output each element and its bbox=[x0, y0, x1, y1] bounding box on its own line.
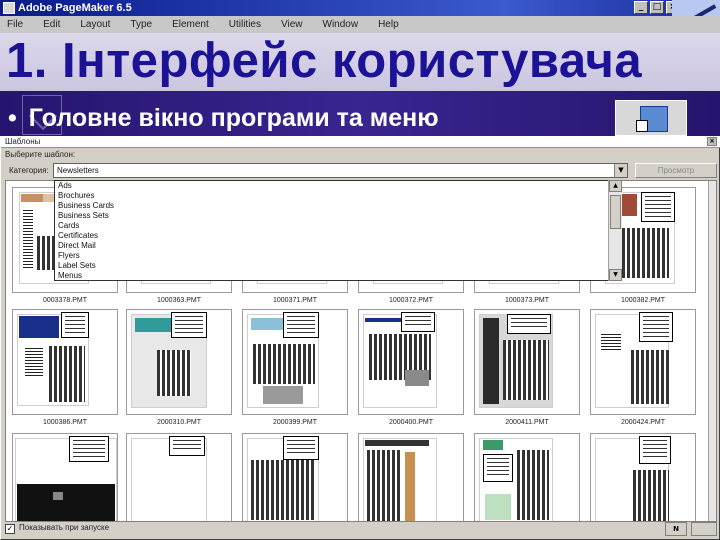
bullet-icon: • bbox=[8, 104, 17, 132]
app-icon bbox=[3, 2, 15, 14]
app-title: Adobe PageMaker 6.5 bbox=[18, 2, 132, 14]
scroll-thumb[interactable] bbox=[610, 195, 621, 229]
preview-button[interactable]: Просмотр bbox=[635, 163, 717, 178]
templates-dialog: Шаблоны × Выберите шаблон: Категория: Ne… bbox=[0, 136, 720, 540]
category-select-value: Newsletters bbox=[57, 166, 99, 175]
slide-title: 1. Інтерфейс користувача bbox=[6, 34, 643, 88]
thumbnail-image bbox=[474, 433, 580, 521]
dialog-close-button[interactable]: × bbox=[707, 137, 717, 146]
thumbnail-image bbox=[590, 433, 696, 521]
category-list-scrollbar[interactable]: ▲ ▼ bbox=[608, 180, 622, 281]
category-option[interactable]: Brochures bbox=[58, 191, 94, 201]
thumbnail-image bbox=[474, 309, 580, 415]
category-option[interactable]: Business Cards bbox=[58, 201, 114, 211]
thumbnail-image bbox=[242, 433, 348, 521]
category-option[interactable]: Cards bbox=[58, 221, 79, 231]
category-option[interactable]: Label Sets bbox=[58, 261, 96, 271]
show-on-start-checkbox[interactable]: ✓ bbox=[5, 524, 15, 534]
templates-label: Выберите шаблон: bbox=[5, 150, 76, 159]
thumbnail-label: 1000371.PMT bbox=[273, 297, 317, 304]
slide-subtitle: • Головне вікно програми та меню bbox=[8, 100, 439, 136]
status-field bbox=[691, 522, 717, 536]
thumbnail-image bbox=[358, 309, 464, 415]
app-titlebar: Adobe PageMaker 6.5 _ □ × bbox=[0, 0, 720, 32]
thumbnail-label: 2000424.PMT bbox=[621, 419, 665, 426]
category-dropdown-list: Ads Brochures Business Cards Business Se… bbox=[54, 180, 622, 281]
thumbnail-label: 1000382.PMT bbox=[621, 297, 665, 304]
show-on-start-label: Показывать при запуске bbox=[19, 523, 110, 532]
category-option[interactable]: Menus bbox=[58, 271, 82, 280]
thumbnail-image bbox=[12, 309, 118, 415]
grid-scrollbar[interactable] bbox=[708, 181, 716, 521]
minimize-button[interactable]: _ bbox=[634, 1, 648, 14]
pagemaker-document-icon bbox=[615, 100, 687, 136]
maximize-button[interactable]: □ bbox=[650, 1, 664, 14]
category-option[interactable]: Direct Mail bbox=[58, 241, 96, 251]
scroll-up-icon[interactable]: ▲ bbox=[609, 180, 622, 192]
category-label: Категория: bbox=[9, 166, 49, 175]
thumbnail-label: 1000386.PMT bbox=[43, 419, 87, 426]
thumbnail-label: 2000400.PMT bbox=[389, 419, 433, 426]
thumbnail-image bbox=[590, 309, 696, 415]
category-option[interactable]: Flyers bbox=[58, 251, 80, 261]
category-option[interactable]: Ads bbox=[58, 181, 72, 191]
thumbnail-label: 1000373.PMT bbox=[505, 297, 549, 304]
thumbnail-label: 2000411.PMT bbox=[505, 419, 549, 426]
category-option[interactable]: Business Sets bbox=[58, 211, 109, 221]
status-indicator: N bbox=[665, 522, 687, 536]
chevron-down-icon[interactable]: ▼ bbox=[614, 164, 627, 177]
thumbnail-image bbox=[242, 309, 348, 415]
thumbnail-label: 2000399.PMT bbox=[273, 419, 317, 426]
thumbnail-label: 0003378.PMT bbox=[43, 297, 87, 304]
dialog-title: Шаблоны bbox=[5, 137, 41, 146]
thumbnail-label: 2000310.PMT bbox=[157, 419, 201, 426]
scroll-down-icon[interactable]: ▼ bbox=[609, 269, 622, 281]
slide-subtitle-text: Головне вікно програми та меню bbox=[28, 104, 439, 132]
thumbnail-image bbox=[358, 433, 464, 521]
category-select[interactable]: Newsletters ▼ bbox=[53, 163, 628, 178]
thumbnail-image bbox=[126, 433, 232, 521]
thumbnail-label: 1000363.PMT bbox=[157, 297, 201, 304]
category-option[interactable]: Certificates bbox=[58, 231, 98, 241]
thumbnail-image bbox=[12, 433, 118, 521]
thumbnail-label: 1000372.PMT bbox=[389, 297, 433, 304]
thumbnail-image bbox=[126, 309, 232, 415]
dialog-titlebar: Шаблоны × bbox=[1, 136, 720, 148]
